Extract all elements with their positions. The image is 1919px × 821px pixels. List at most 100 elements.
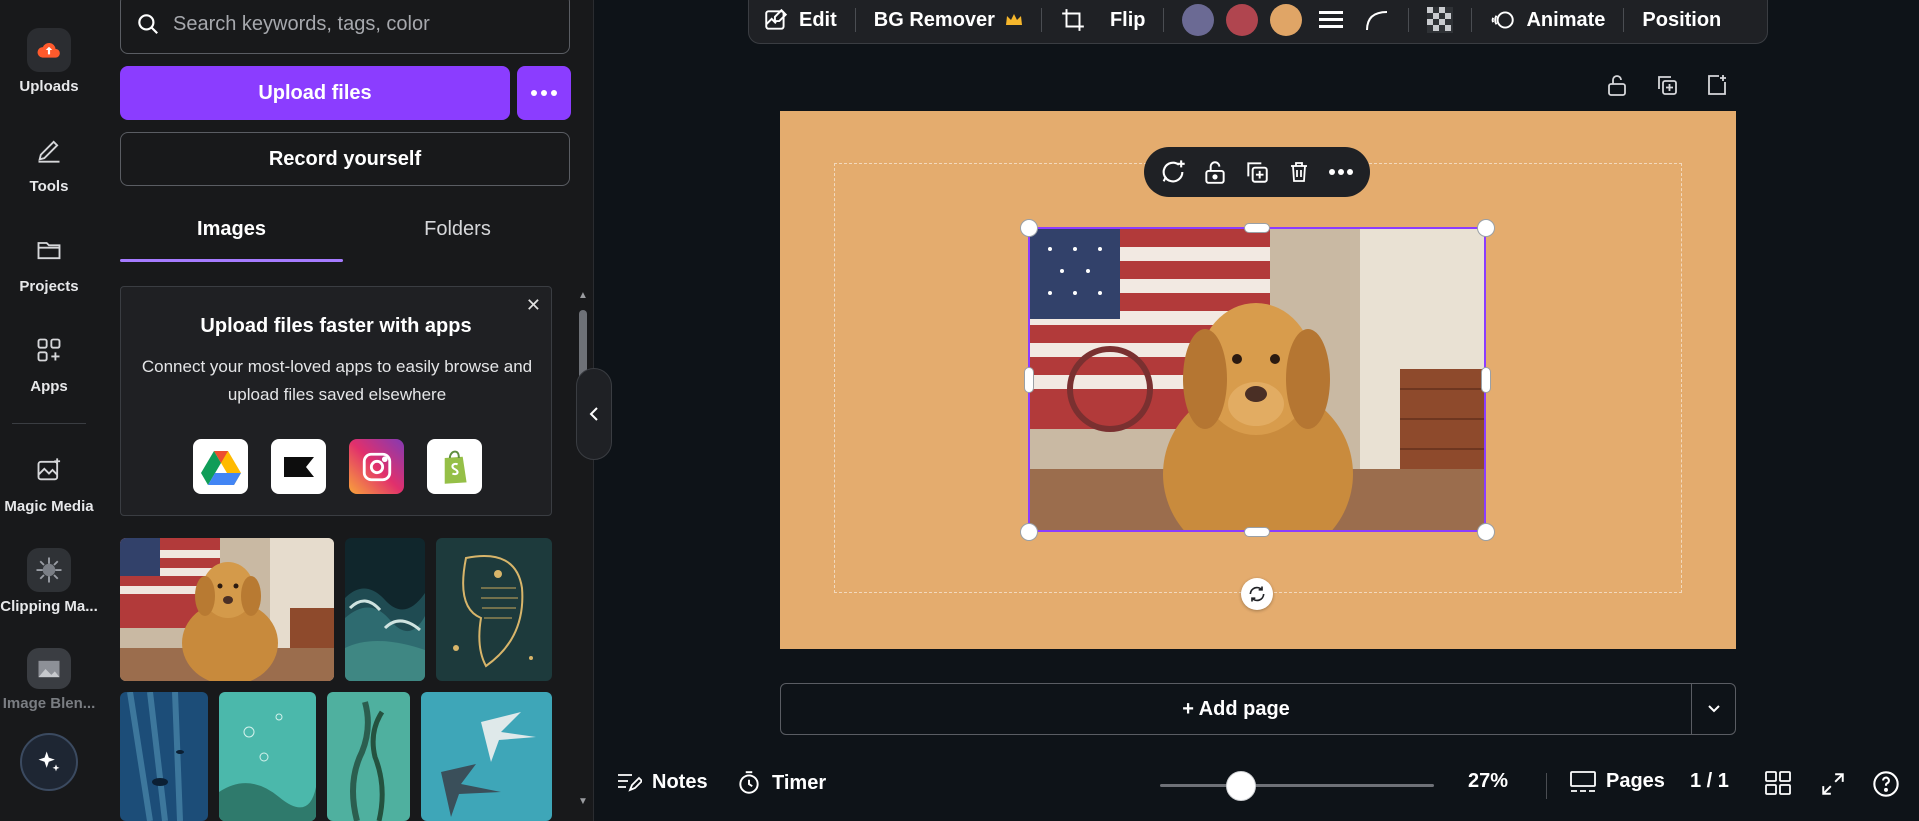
shopify-icon[interactable] xyxy=(427,439,482,494)
color-swatch-1[interactable] xyxy=(1182,4,1215,36)
bg-remover-button[interactable]: BG Remover xyxy=(874,0,1023,43)
resize-handle-bottom-right[interactable] xyxy=(1477,523,1495,541)
search-box[interactable] xyxy=(120,0,570,54)
toolbar-divider xyxy=(854,8,856,32)
design-page[interactable] xyxy=(780,111,1736,649)
delete-element-button[interactable] xyxy=(1283,156,1315,188)
resize-handle-bottom[interactable] xyxy=(1244,527,1270,537)
sparkle-icon xyxy=(38,751,60,772)
notes-button[interactable]: Notes xyxy=(616,770,708,794)
zoom-level[interactable]: 27% xyxy=(1468,770,1508,793)
toolbar-divider xyxy=(1163,8,1165,32)
more-options-button[interactable] xyxy=(1325,156,1357,188)
flip-button[interactable]: Flip xyxy=(1110,0,1146,43)
tab-folders[interactable]: Folders xyxy=(345,218,570,264)
app-icon-row xyxy=(193,439,482,494)
page-counter[interactable]: 1 / 1 xyxy=(1690,770,1729,793)
border-lines-icon xyxy=(1319,11,1344,28)
add-page-button[interactable]: + Add page xyxy=(781,684,1691,734)
collapse-panel-button[interactable] xyxy=(576,368,612,460)
border-style-button[interactable] xyxy=(1318,0,1344,43)
timer-button[interactable]: Timer xyxy=(736,770,826,796)
fullscreen-icon xyxy=(1822,773,1844,795)
box-icon[interactable] xyxy=(271,439,326,494)
scroll-down-icon[interactable]: ▼ xyxy=(578,796,588,807)
rail-item-magic-media[interactable]: Magic Media xyxy=(0,448,98,515)
rail-item-apps[interactable]: Apps xyxy=(0,328,98,395)
lock-element-button[interactable] xyxy=(1199,156,1231,188)
notes-label: Notes xyxy=(652,770,708,793)
toolbar-divider xyxy=(1471,8,1473,32)
upload-more-button[interactable] xyxy=(517,66,571,120)
google-drive-icon[interactable] xyxy=(193,439,248,494)
uploads-panel: Upload files Record yourself Images Fold… xyxy=(98,0,594,821)
zoom-slider[interactable] xyxy=(1160,771,1434,801)
rail-item-tools[interactable]: Tools xyxy=(0,128,98,195)
close-icon[interactable]: ✕ xyxy=(526,295,541,316)
image-blend-icon xyxy=(27,648,71,689)
edit-label: Edit xyxy=(799,8,837,31)
image-thumbnail-underwater-diver[interactable] xyxy=(120,692,208,821)
selected-photo-golden-retriever[interactable] xyxy=(1028,227,1486,532)
image-thumbnail-manta-rays[interactable] xyxy=(421,692,552,821)
pages-icon xyxy=(1570,770,1596,792)
resize-handle-top-left[interactable] xyxy=(1020,219,1038,237)
tab-images[interactable]: Images xyxy=(120,218,343,264)
rail-label: Tools xyxy=(29,178,69,195)
image-thumbnail-kelp-forest[interactable] xyxy=(327,692,410,821)
clipping-magic-icon xyxy=(27,548,71,592)
fullscreen-button[interactable] xyxy=(1820,771,1846,797)
search-icon xyxy=(138,14,158,34)
cloud-upload-icon xyxy=(27,28,71,72)
rotate-handle[interactable] xyxy=(1241,578,1273,610)
pages-button[interactable]: Pages xyxy=(1570,770,1665,793)
add-comment-button[interactable] xyxy=(1157,156,1189,188)
crop-button[interactable] xyxy=(1060,0,1086,43)
upload-files-button[interactable]: Upload files xyxy=(120,66,510,120)
rail-item-projects[interactable]: Projects xyxy=(0,228,98,295)
color-swatch-3[interactable] xyxy=(1270,4,1303,36)
add-page-above-button[interactable] xyxy=(1702,70,1732,100)
instagram-icon[interactable] xyxy=(349,439,404,494)
position-button[interactable]: Position xyxy=(1642,0,1721,43)
toolbar-divider xyxy=(1040,8,1042,32)
resize-handle-left[interactable] xyxy=(1024,367,1034,393)
duplicate-element-button[interactable] xyxy=(1241,156,1273,188)
rail-item-clipping-magic[interactable]: Clipping Ma... xyxy=(0,548,98,615)
resize-handle-right[interactable] xyxy=(1481,367,1491,393)
edit-image-icon xyxy=(765,8,788,30)
rail-label: Uploads xyxy=(19,78,79,95)
lock-page-button[interactable] xyxy=(1602,70,1632,100)
image-thumbnail-underwater-bubbles[interactable] xyxy=(219,692,316,821)
scroll-up-icon[interactable]: ▲ xyxy=(578,290,588,301)
duplicate-page-button[interactable] xyxy=(1652,70,1682,100)
resize-handle-top[interactable] xyxy=(1244,223,1270,233)
element-context-menu xyxy=(1144,147,1370,197)
zoom-slider-knob[interactable] xyxy=(1226,771,1256,801)
search-input[interactable] xyxy=(173,12,553,36)
image-thumbnail-golden-retriever[interactable] xyxy=(120,538,334,681)
rail-item-image-blend[interactable]: Image Blen... xyxy=(0,648,98,712)
magic-assistant-button[interactable] xyxy=(20,733,78,791)
color-swatch-2[interactable] xyxy=(1226,4,1259,36)
resize-handle-top-right[interactable] xyxy=(1477,219,1495,237)
folder-icon xyxy=(27,228,71,272)
promo-description: Connect your most-loved apps to easily b… xyxy=(141,357,533,404)
transparency-button[interactable] xyxy=(1427,0,1454,43)
more-horizontal-icon xyxy=(531,90,557,96)
image-thumbnail-stormy-ocean[interactable] xyxy=(345,538,425,681)
record-yourself-button[interactable]: Record yourself xyxy=(120,132,570,186)
bg-remover-label: BG Remover xyxy=(873,8,995,31)
help-button[interactable] xyxy=(1872,770,1900,798)
edit-button[interactable]: Edit xyxy=(763,0,837,43)
rail-item-uploads[interactable]: Uploads xyxy=(0,28,98,95)
grid-view-button[interactable] xyxy=(1765,771,1791,795)
resize-handle-bottom-left[interactable] xyxy=(1020,523,1038,541)
image-thumbnail-ornate-fish[interactable] xyxy=(436,538,552,681)
context-toolbar: Edit BG Remover Flip Animate Position xyxy=(748,0,1768,44)
panel-scrollbar[interactable]: ▲ ▼ xyxy=(578,290,588,810)
add-page-dropdown[interactable] xyxy=(1691,684,1735,734)
corner-rounding-button[interactable] xyxy=(1364,0,1390,43)
left-rail: Uploads Tools Projects Apps Magic Media xyxy=(0,0,98,821)
animate-button[interactable]: Animate xyxy=(1490,0,1605,43)
